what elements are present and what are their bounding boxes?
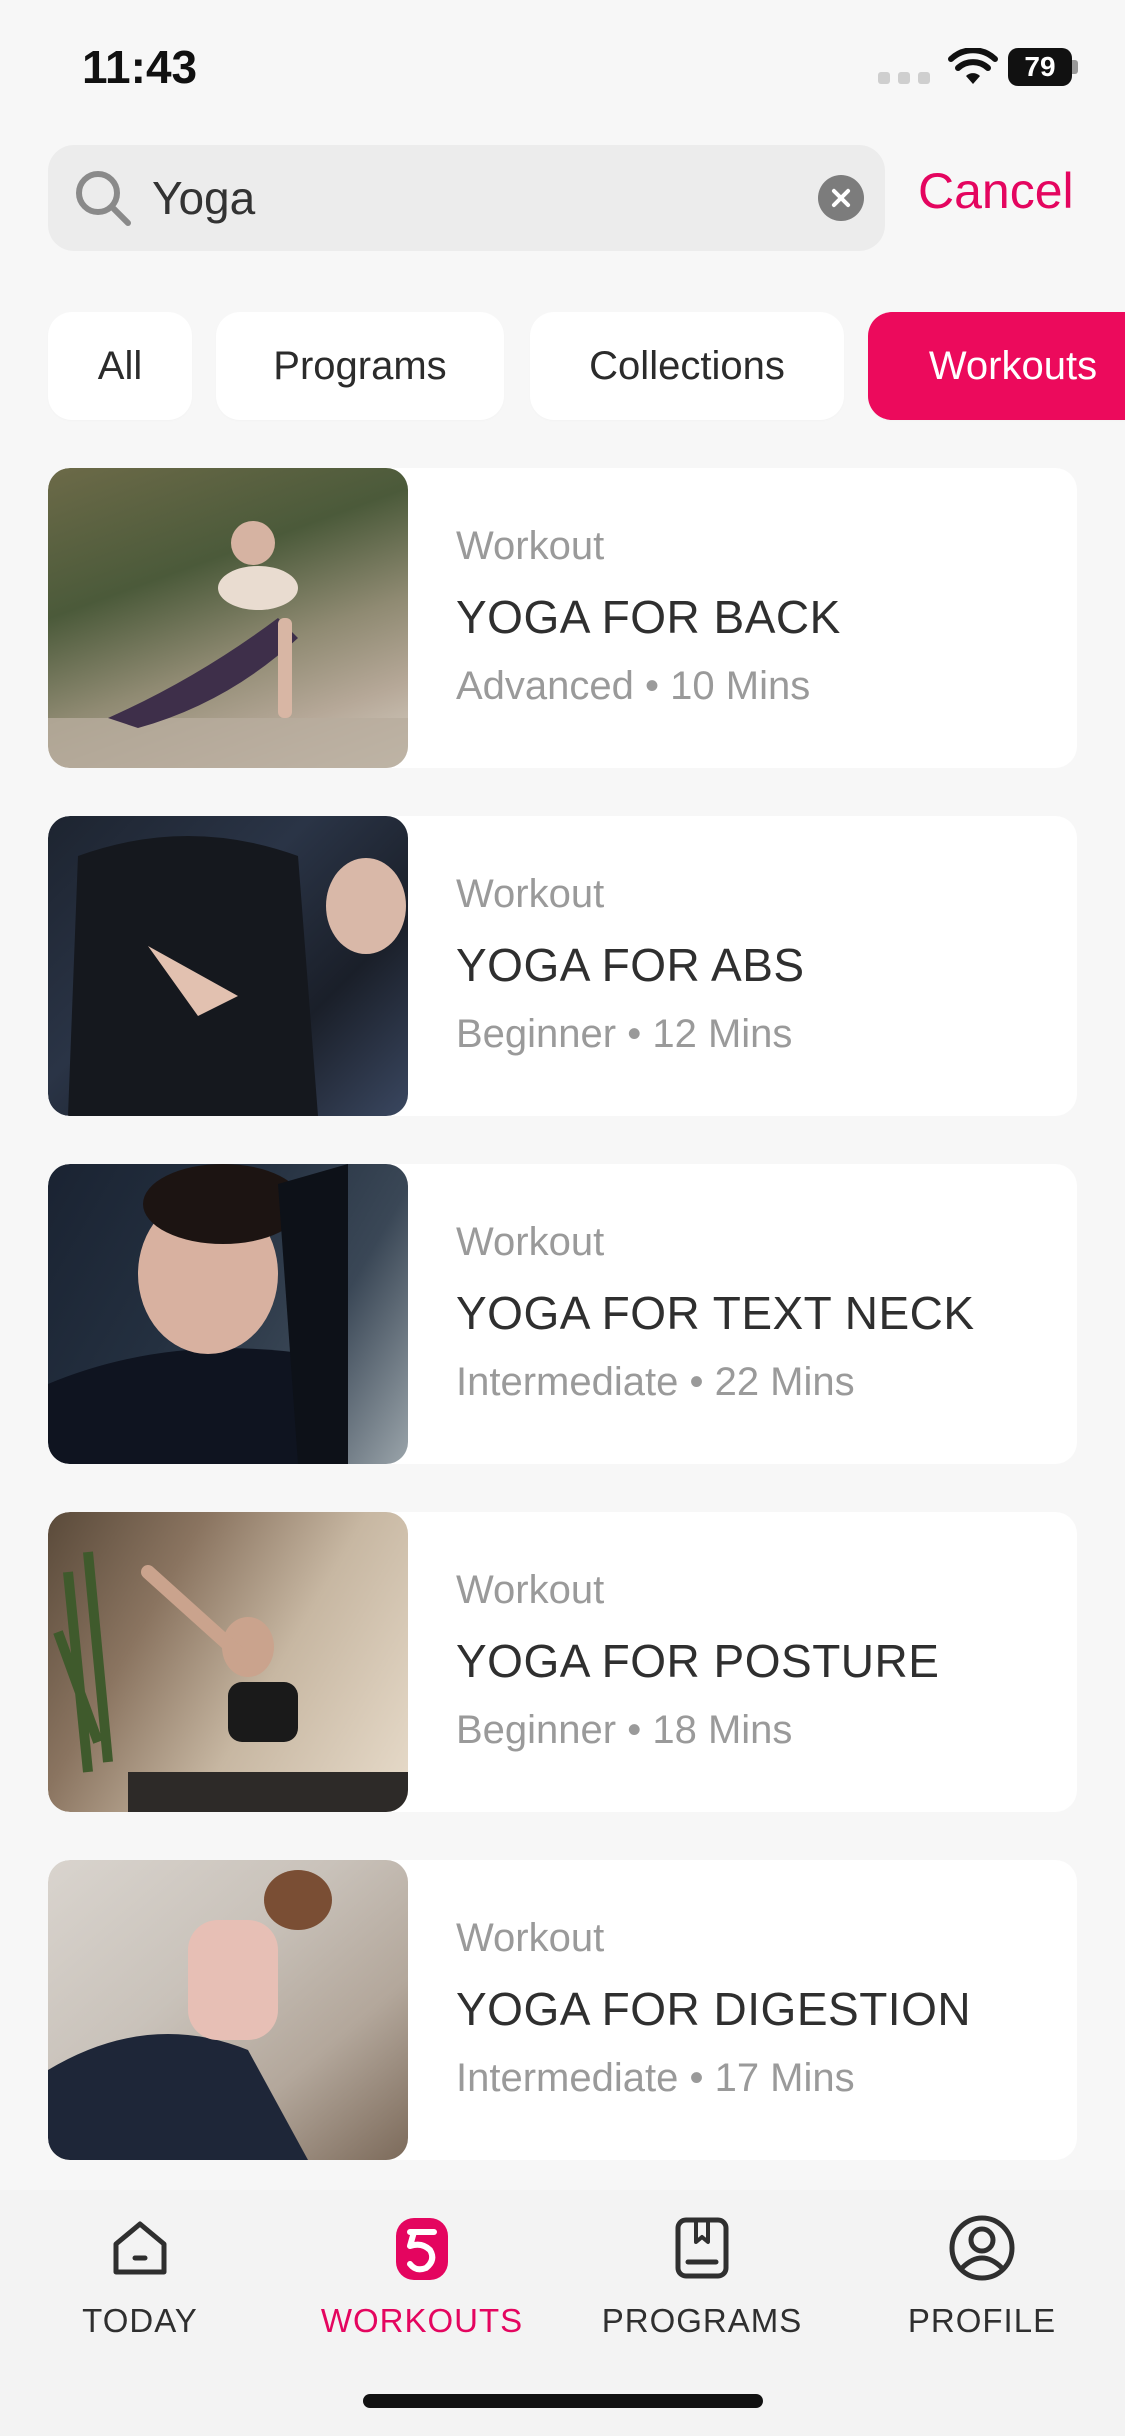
result-title: YOGA FOR ABS <box>456 939 805 991</box>
home-icon <box>113 2221 167 2275</box>
filter-chip-all[interactable]: All <box>48 312 192 420</box>
result-meta: Intermediate • 17 Mins <box>456 2056 855 2100</box>
result-title: YOGA FOR POSTURE <box>456 1635 940 1687</box>
result-card[interactable]: Workout YOGA FOR BACK Advanced • 10 Mins <box>48 468 1077 768</box>
result-type: Workout <box>456 872 605 916</box>
workout-thumbnail <box>48 816 408 1116</box>
result-meta: Advanced • 10 Mins <box>456 664 811 708</box>
profile-icon <box>949 2215 1015 2281</box>
cellular-signal-icon <box>878 72 930 84</box>
workout-thumbnail <box>48 1512 408 1812</box>
workout-thumbnail <box>48 468 408 768</box>
nav-item-programs[interactable]: PROGRAMS <box>592 2212 812 2340</box>
workouts-icon <box>396 2218 448 2280</box>
filter-chip-collections[interactable]: Collections <box>530 312 844 420</box>
result-card[interactable]: Workout YOGA FOR POSTURE Beginner • 18 M… <box>48 1512 1077 1812</box>
clear-search-icon[interactable] <box>818 175 864 221</box>
result-title: YOGA FOR TEXT NECK <box>456 1287 975 1339</box>
result-type: Workout <box>456 524 605 568</box>
workout-thumbnail <box>48 1860 408 2160</box>
search-icon <box>76 171 131 226</box>
cancel-button[interactable]: Cancel <box>918 162 1074 220</box>
home-indicator[interactable] <box>363 2394 763 2408</box>
programs-icon <box>675 2217 729 2279</box>
nav-label-today: TODAY <box>82 2302 198 2339</box>
result-meta: Beginner • 18 Mins <box>456 1708 793 1752</box>
status-bar: 11:43 79 <box>0 0 1125 130</box>
status-time: 11:43 <box>82 41 198 93</box>
result-title: YOGA FOR DIGESTION <box>456 1983 972 2035</box>
workout-thumbnail <box>48 1164 408 1464</box>
result-card[interactable]: Workout YOGA FOR DIGESTION Intermediate … <box>48 1860 1077 2160</box>
wifi-icon <box>948 48 998 84</box>
search-input[interactable] <box>152 169 832 227</box>
search-bar[interactable] <box>48 145 885 251</box>
nav-item-profile[interactable]: PROFILE <box>872 2212 1092 2340</box>
filter-chip-programs[interactable]: Programs <box>216 312 504 420</box>
nav-label-profile: PROFILE <box>907 2302 1057 2339</box>
nav-label-programs: PROGRAMS <box>601 2302 803 2339</box>
result-card[interactable]: Workout YOGA FOR TEXT NECK Intermediate … <box>48 1164 1077 1464</box>
battery-icon: 79 <box>1008 48 1078 86</box>
result-type: Workout <box>456 1220 605 1264</box>
battery-level: 79 <box>1008 48 1072 86</box>
nav-item-workouts[interactable]: WORKOUTS <box>312 2212 532 2340</box>
result-meta: Beginner • 12 Mins <box>456 1012 793 1056</box>
result-type: Workout <box>456 1916 605 1960</box>
nav-label-workouts: WORKOUTS <box>320 2302 524 2339</box>
result-card[interactable]: Workout YOGA FOR ABS Beginner • 12 Mins <box>48 816 1077 1116</box>
result-title: YOGA FOR BACK <box>456 591 841 643</box>
filter-chip-workouts[interactable]: Workouts <box>868 312 1125 420</box>
result-type: Workout <box>456 1568 605 1612</box>
nav-item-today[interactable]: TODAY <box>30 2212 250 2340</box>
result-meta: Intermediate • 22 Mins <box>456 1360 855 1404</box>
